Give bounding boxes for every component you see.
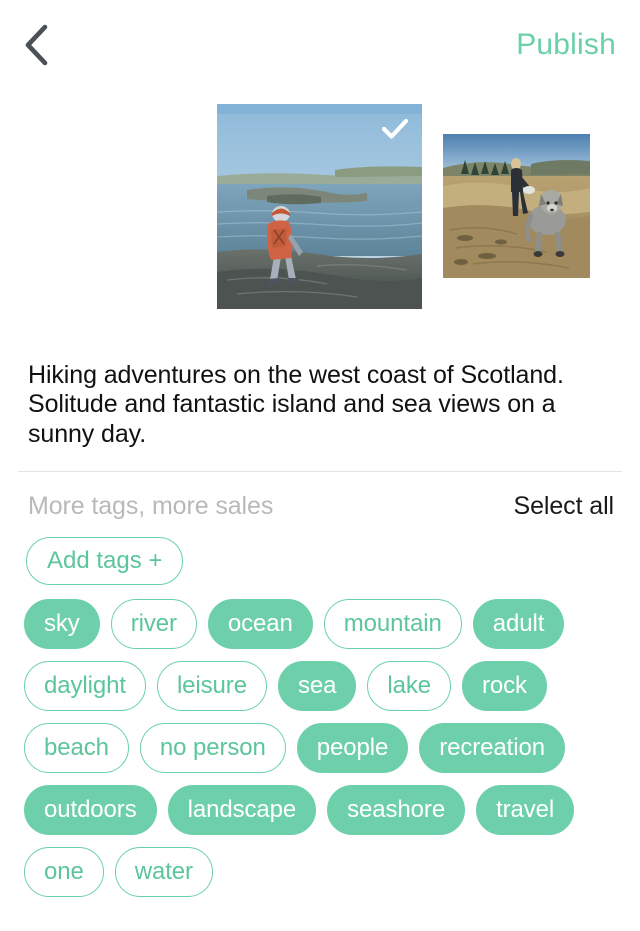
tag-leisure[interactable]: leisure <box>156 660 267 711</box>
chevron-left-icon <box>23 24 49 66</box>
tag-daylight[interactable]: daylight <box>24 660 146 711</box>
tag-row: outdoors landscape seashore travel <box>24 784 616 835</box>
tag-mountain[interactable]: mountain <box>323 598 462 649</box>
publish-button[interactable]: Publish <box>514 24 618 66</box>
tag-people[interactable]: people <box>296 722 409 773</box>
description-text[interactable]: Hiking adventures on the west coast of S… <box>0 361 640 449</box>
tag-rock[interactable]: rock <box>461 660 547 711</box>
thumbnail-secondary[interactable] <box>443 134 590 278</box>
tag-lake[interactable]: lake <box>367 660 451 711</box>
tags-area: Add tags + sky river ocean mountain adult day… <box>0 521 640 897</box>
select-all-button[interactable]: Select all <box>514 492 615 521</box>
tag-landscape[interactable]: landscape <box>167 784 317 835</box>
tag-no-person[interactable]: no person <box>139 722 286 773</box>
thumbnail-secondary-image <box>443 134 590 278</box>
thumbnail-primary-image <box>217 104 422 309</box>
thumbnail-strip <box>0 90 640 355</box>
tag-outdoors[interactable]: outdoors <box>24 784 157 835</box>
tags-header: More tags, more sales Select all <box>0 472 640 521</box>
tag-adult[interactable]: adult <box>472 598 565 649</box>
back-button[interactable] <box>14 23 58 67</box>
tag-list: sky river ocean mountain adult daylight leisur… <box>24 598 616 897</box>
tag-seashore[interactable]: seashore <box>327 784 466 835</box>
tag-row: beach no person people recreation <box>24 722 616 773</box>
tag-one[interactable]: one <box>24 846 104 897</box>
tags-hint: More tags, more sales <box>28 491 274 520</box>
thumbnail-primary[interactable] <box>217 104 422 309</box>
tag-sea[interactable]: sea <box>277 660 357 711</box>
tag-row: one water <box>24 846 616 897</box>
tag-beach[interactable]: beach <box>24 722 129 773</box>
tag-recreation[interactable]: recreation <box>419 722 565 773</box>
tag-row: daylight leisure sea lake rock <box>24 660 616 711</box>
tag-ocean[interactable]: ocean <box>207 598 313 649</box>
tag-travel[interactable]: travel <box>476 784 575 835</box>
app-header: Publish <box>0 0 640 90</box>
add-tags-button[interactable]: Add tags + <box>26 536 184 585</box>
tag-river[interactable]: river <box>110 598 197 649</box>
tag-water[interactable]: water <box>114 846 213 897</box>
tag-row: sky river ocean mountain adult <box>24 598 616 649</box>
tag-sky[interactable]: sky <box>24 598 100 649</box>
